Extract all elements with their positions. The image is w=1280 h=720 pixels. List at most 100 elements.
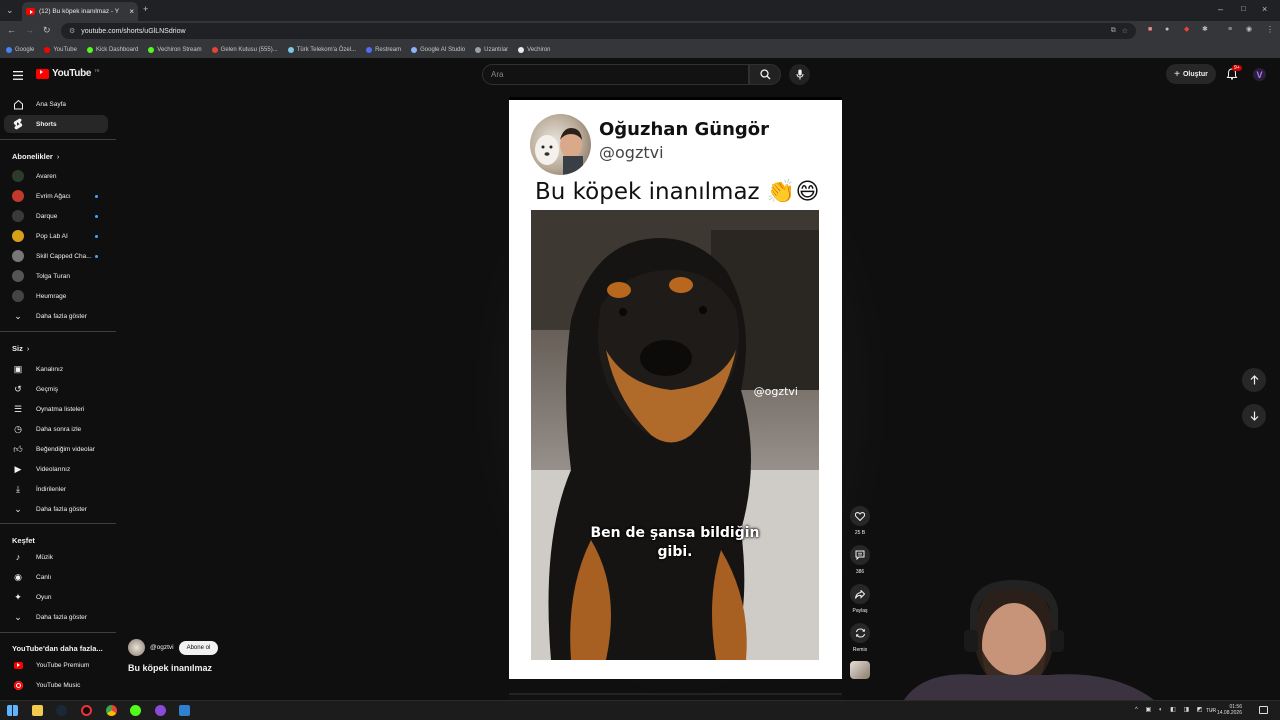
kick-app-icon[interactable] <box>130 705 141 716</box>
subscribe-button[interactable]: Abone ol <box>178 640 219 655</box>
sidebar-item-music[interactable]: ♪ Müzik <box>4 548 108 566</box>
subscription-item[interactable]: Evrim Ağacı <box>4 187 108 205</box>
channel-avatar[interactable] <box>128 639 145 656</box>
sidebar-item-playlist[interactable]: ☰ Oynatma listeleri <box>4 400 108 418</box>
subscription-item[interactable]: Darque <box>4 207 108 225</box>
tab-search-icon[interactable]: ⌄ <box>6 6 14 15</box>
obs-icon[interactable] <box>81 705 92 716</box>
share-button[interactable] <box>850 584 870 604</box>
steam-icon[interactable] <box>56 705 67 716</box>
video-frame[interactable]: @ogztvi Ben de şansa bildiğin gibi. <box>531 210 819 660</box>
install-app-icon[interactable]: ⧉ <box>1111 27 1116 35</box>
comments-button[interactable] <box>850 545 870 565</box>
address-bar[interactable]: ⚙ youtube.com/shorts/uGlLNSdriow ⧉ ☆ <box>61 23 1136 39</box>
short-video-player[interactable]: Oğuzhan Güngör @ogztvi Bu köpek inanılma… <box>509 97 842 679</box>
poster-avatar <box>530 114 591 175</box>
caption-line: Ben de şansa bildiğin <box>590 525 760 541</box>
sidebar-item-channel[interactable]: ▣ Kanalınız <box>4 360 108 378</box>
extension-icon[interactable]: ■ <box>1148 26 1152 33</box>
youtube-logo[interactable]: YouTube TR <box>36 68 100 79</box>
windows-start-icon[interactable] <box>7 705 18 716</box>
bookmark-item[interactable]: Vechiron <box>518 46 551 53</box>
notification-center-icon[interactable] <box>1259 706 1268 714</box>
like-action[interactable]: 25 B <box>849 506 871 536</box>
subscriptions-heading[interactable]: Abonelikler › <box>12 152 59 161</box>
extension-icon[interactable]: ◆ <box>1184 26 1189 33</box>
sidebar-item-video[interactable]: ▶ Videolarınız <box>4 460 108 478</box>
notifications-button[interactable]: 9+ <box>1226 65 1242 83</box>
maximize-icon[interactable]: □ <box>1241 5 1246 13</box>
vscode-icon[interactable] <box>179 705 190 716</box>
extension-icon[interactable]: ● <box>1165 26 1169 33</box>
bookmark-item[interactable]: Vechiron Stream <box>148 46 202 53</box>
sidebar-item-clock[interactable]: ◷ Daha sonra izle <box>4 420 108 438</box>
create-button[interactable]: + Oluştur <box>1166 64 1216 84</box>
search-button[interactable] <box>749 64 781 85</box>
tab-close-icon[interactable]: × <box>129 7 134 16</box>
discord-icon[interactable] <box>155 705 166 716</box>
sidebar-item-youtube-music[interactable]: YouTube Music <box>4 676 108 694</box>
file-explorer-icon[interactable] <box>32 705 43 716</box>
bookmark-item[interactable]: Gelen Kutusu (555)... <box>211 46 278 53</box>
chrome-icon[interactable] <box>106 705 117 716</box>
subscriptions-show-more[interactable]: ⌄ Daha fazla göster <box>4 307 108 325</box>
logo-region: TR <box>94 68 100 73</box>
sidebar-item-download[interactable]: ⤓ İndirilenler <box>4 480 108 498</box>
search-input[interactable]: Ara <box>482 64 749 85</box>
browser-menu-icon[interactable]: ⋮ <box>1266 26 1274 34</box>
you-show-more[interactable]: ⌄ Daha fazla göster <box>4 500 108 518</box>
bookmark-item[interactable]: YouTube <box>44 46 77 53</box>
subscription-item[interactable]: Heumrage <box>4 287 108 305</box>
bookmark-item[interactable]: Türk Telekom'a Özel... <box>287 46 356 53</box>
sound-thumbnail[interactable] <box>850 661 870 679</box>
sidebar-item-history[interactable]: ↺ Geçmiş <box>4 380 108 398</box>
subscription-item[interactable]: Skill Capped Cha... <box>4 247 108 265</box>
you-heading[interactable]: Siz › <box>12 344 29 353</box>
site-info-icon[interactable]: ⚙ <box>69 27 75 35</box>
clock[interactable]: 01:56 14.08.2026 <box>1217 704 1242 716</box>
comment-action[interactable]: 386 <box>849 545 871 575</box>
browser-tab[interactable]: (12) Bu köpek inanılmaz - Y × <box>22 2 138 21</box>
profile-icon[interactable]: ◉ <box>1246 26 1252 33</box>
new-tab-icon[interactable]: + <box>143 5 148 14</box>
sidebar-item-shorts[interactable]: Shorts <box>4 115 108 133</box>
remix-button[interactable] <box>850 623 870 643</box>
bookmark-item[interactable]: Google AI Studio <box>411 46 465 53</box>
remix-action[interactable]: Remix <box>849 623 871 653</box>
bookmark-star-icon[interactable]: ☆ <box>1122 27 1128 35</box>
sidebar-item-label: Daha fazla göster <box>36 312 87 320</box>
share-action[interactable]: Paylaş <box>849 584 871 614</box>
channel-name[interactable]: @ogztvi <box>150 644 174 651</box>
input-language[interactable]: TUR <box>1206 708 1216 714</box>
sidebar-item-thumb-up[interactable]: 👍︎ Beğendiğim videolar <box>4 440 108 458</box>
bookmark-item[interactable]: Restream <box>366 46 401 53</box>
minimize-icon[interactable]: – <box>1218 5 1223 14</box>
subscription-item[interactable]: Tolga Turan <box>4 267 108 285</box>
back-icon[interactable]: ← <box>7 26 16 35</box>
sidebar-item-youtube-premium[interactable]: YouTube Premium <box>4 656 108 674</box>
next-short-button[interactable] <box>1242 404 1266 428</box>
subscription-name: Darque <box>36 212 58 220</box>
explore-show-more[interactable]: ⌄ Daha fazla göster <box>4 608 108 626</box>
forward-icon[interactable]: → <box>25 26 34 35</box>
media-control-icon[interactable]: ≡ <box>1228 26 1232 33</box>
reload-icon[interactable]: ↻ <box>43 26 51 35</box>
bookmark-item[interactable]: Uzantılar <box>475 46 508 53</box>
subscription-item[interactable]: Avaren <box>4 167 108 185</box>
bookmark-item[interactable]: Kick Dashboard <box>86 46 138 53</box>
voice-search-button[interactable] <box>789 64 810 85</box>
bookmark-item[interactable]: Google <box>6 46 34 53</box>
menu-icon[interactable] <box>13 69 23 83</box>
like-button[interactable] <box>850 506 870 526</box>
dog-image <box>531 210 819 660</box>
previous-short-button[interactable] <box>1242 368 1266 392</box>
extensions-puzzle-icon[interactable]: ✱ <box>1202 26 1208 33</box>
subscription-item[interactable]: Pop Lab AI <box>4 227 108 245</box>
arrow-up-icon <box>1250 375 1258 385</box>
sidebar-item-live[interactable]: ◉ Canlı <box>4 568 108 586</box>
system-tray-icons[interactable]: ^ ▣ ◐ ◧ ◨ ◩ ♪ <box>1135 706 1216 713</box>
account-avatar[interactable]: V <box>1253 68 1266 81</box>
sidebar-item-home[interactable]: Ana Sayfa <box>4 95 108 113</box>
sidebar-item-gaming[interactable]: ✦ Oyun <box>4 588 108 606</box>
close-window-icon[interactable]: × <box>1262 5 1267 14</box>
